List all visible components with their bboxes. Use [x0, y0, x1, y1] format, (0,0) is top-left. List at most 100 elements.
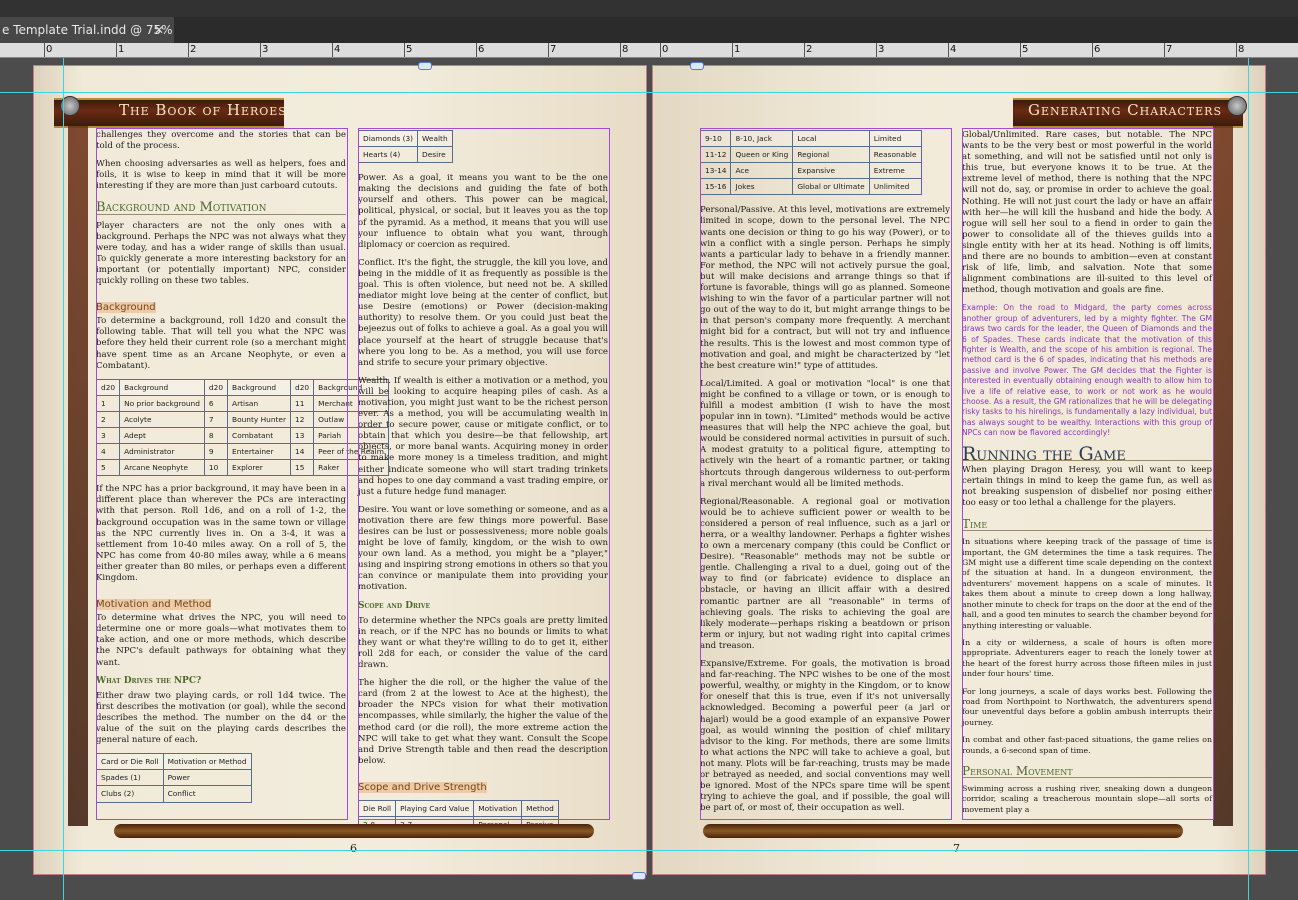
table-cell: Local — [792, 129, 870, 148]
table-cell: Reasonable — [868, 146, 922, 164]
horizontal-ruler[interactable]: 0 1 2 3 4 5 6 7 8 0 1 2 3 4 5 6 7 8 — [0, 43, 1298, 58]
paragraph: Swimming across a rushing river, sneakin… — [962, 784, 1212, 814]
ruler-number: 2 — [190, 44, 197, 55]
ruler-number: 5 — [406, 44, 413, 55]
paragraph: When playing Dragon Heresy, you will wan… — [962, 464, 1212, 509]
paragraph: To determine a background, roll 1d20 and… — [96, 316, 346, 371]
side-border-ornament — [1213, 126, 1233, 826]
ruler-tick — [876, 43, 877, 57]
heading-scope-drive-strength: Scope and Drive Strength — [358, 781, 487, 793]
table-cell: Explorer — [227, 459, 292, 477]
heading-personal-movement: Personal Movement — [962, 765, 1212, 779]
heading-running-game: Running the Game — [962, 444, 1212, 463]
table-cell: 10 — [203, 459, 229, 477]
table-cell: Jokes — [730, 178, 794, 196]
document-tab[interactable]: e Template Trial.indd @ 75% ✕ — [0, 17, 174, 43]
ruler-number: 2 — [806, 44, 813, 55]
paragraph-global: Global/Unlimited. Rare cases, but notabl… — [962, 130, 1212, 296]
heading-background: Background — [96, 302, 156, 314]
table-row: 13-14 Ace Expansive Extreme — [699, 162, 922, 180]
frame-handle[interactable] — [418, 62, 432, 70]
ruler-number: 4 — [334, 44, 341, 55]
right-page[interactable]: Generating Characters 9-10 8-10, Jack Loca… — [653, 66, 1265, 874]
paragraph-expansive: Expansive/Extreme. For goals, the motiva… — [700, 659, 950, 814]
ruler-number: 1 — [734, 44, 741, 55]
ruler-tick — [1236, 43, 1237, 57]
table-row: Spades (1) Power — [96, 769, 252, 787]
table-header-cell: Motivation — [473, 799, 523, 818]
left-page[interactable]: The Book of Heroes challenges they overc… — [34, 66, 646, 874]
table-cell: No prior background — [119, 394, 205, 412]
corner-ornament-icon — [1227, 96, 1247, 116]
frame-handle[interactable] — [632, 872, 646, 880]
table-cell: Power — [162, 769, 252, 787]
table-cell: 11-12 — [699, 146, 732, 164]
right-column-2: Global/Unlimited. Rare cases, but notabl… — [962, 130, 1212, 822]
left-column-2: Diamonds (3) Wealth Hearts (4) Desire Power… — [357, 129, 608, 834]
ruler-number: 4 — [950, 44, 957, 55]
table-cell: 15 — [290, 459, 315, 477]
ruler-tick — [548, 43, 549, 57]
table-cell: Regional — [792, 146, 870, 164]
ruler-tick — [1164, 43, 1165, 57]
paragraph: In combat and other fast-paced situation… — [962, 735, 1212, 755]
ruler-number: 0 — [46, 44, 53, 55]
paragraph: Either draw two playing cards, or roll 1… — [96, 690, 346, 746]
margin-guide[interactable] — [0, 92, 1298, 93]
table-row: 11-12 Queen or King Regional Reasonable — [699, 146, 922, 164]
ruler-tick — [404, 43, 405, 57]
table-cell: 4 — [95, 443, 121, 461]
table-cell: Hearts (4) — [357, 146, 419, 164]
ruler-number: 3 — [262, 44, 269, 55]
table-cell: Ace — [730, 162, 794, 180]
table-cell: Desire — [417, 146, 453, 164]
table-cell: 13 — [290, 426, 315, 445]
table-cell: Diamonds (3) — [357, 129, 419, 148]
paragraph: The higher the die roll, or the higher t… — [358, 678, 608, 766]
table-header-cell: Card or Die Roll — [96, 753, 164, 771]
frame-handle[interactable] — [690, 62, 704, 70]
column-guide[interactable] — [63, 58, 64, 900]
paragraph: challenges they overcome and the stories… — [96, 130, 346, 152]
table-row: Diamonds (3) Wealth — [357, 129, 453, 148]
running-head-left: The Book of Heroes — [119, 101, 287, 119]
table-header-cell: d20 — [203, 378, 229, 396]
background-table: d20 Background d20 Background d20 Background 1… — [95, 378, 389, 477]
paragraph: If the NPC has a prior background, it ma… — [96, 484, 346, 583]
ruler-number: 8 — [1238, 44, 1245, 55]
table-cell: Bounty Hunter — [227, 410, 292, 428]
table-cell: 11 — [290, 394, 315, 412]
example-box: Example: On the road to Midgard, the par… — [962, 303, 1212, 438]
table-cell: 1 — [95, 394, 121, 412]
ruler-tick — [732, 43, 733, 57]
ruler-tick — [620, 43, 621, 57]
table-row: 2 Acolyte 7 Bounty Hunter 12 Outlaw — [95, 410, 389, 428]
right-column-1: 9-10 8-10, Jack Local Limited 11-12 Queen or … — [699, 129, 950, 821]
table-cell: Expansive — [792, 162, 870, 180]
ruler-tick — [332, 43, 333, 57]
table-cell: 9 — [203, 443, 229, 461]
table-cell: Administrator — [119, 443, 205, 461]
table-cell: Spades (1) — [96, 769, 164, 787]
ruler-number: 5 — [1022, 44, 1029, 55]
column-guide[interactable] — [1248, 58, 1249, 900]
ruler-number: 7 — [1166, 44, 1173, 55]
paragraph-conflict: Conflict. It's the fight, the struggle, … — [358, 257, 608, 368]
table-cell: 14 — [290, 443, 315, 461]
scope-table-continued: 9-10 8-10, Jack Local Limited 11-12 Queen or … — [699, 129, 922, 196]
heading-time: Time — [962, 518, 1212, 532]
table-row: Card or Die Roll Motivation or Method — [96, 753, 252, 771]
table-cell: 6 — [203, 394, 229, 412]
table-cell: 2 — [95, 410, 121, 428]
document-tab-bar: e Template Trial.indd @ 75% ✕ — [0, 17, 1298, 43]
margin-guide[interactable] — [0, 850, 1298, 851]
paragraph: In situations where keeping track of the… — [962, 537, 1212, 630]
close-tab-icon[interactable]: ✕ — [154, 17, 164, 43]
table-cell: 9-10 — [699, 129, 732, 148]
side-border-ornament — [68, 126, 88, 826]
table-cell: Queen or King — [730, 146, 794, 164]
ruler-number: 1 — [118, 44, 125, 55]
table-cell: Conflict — [162, 785, 252, 803]
page-number-left: 6 — [350, 842, 357, 855]
table-row: 3 Adept 8 Combatant 13 Pariah — [95, 426, 389, 445]
